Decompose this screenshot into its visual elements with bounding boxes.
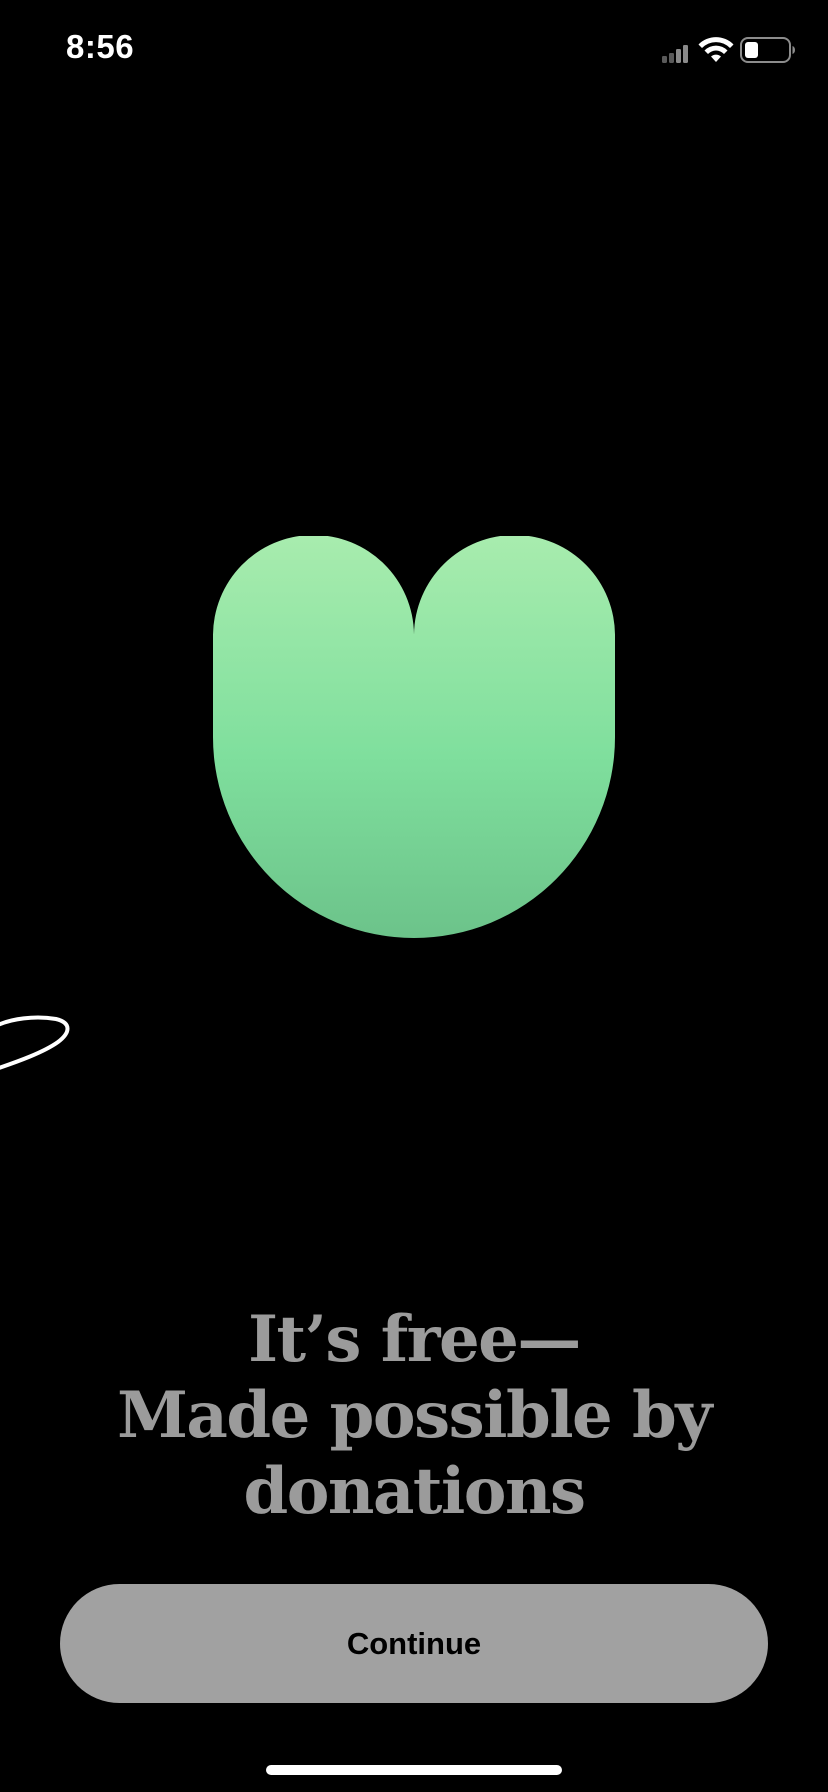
continue-button[interactable]: Continue [60, 1584, 768, 1703]
headline-line-3: donations [243, 1454, 586, 1529]
status-time: 8:56 [66, 28, 135, 65]
battery-icon [740, 37, 795, 63]
headline-line-2: Made possible by [117, 1378, 712, 1453]
heart-logo-icon [213, 536, 615, 938]
squiggle-decoration [0, 1015, 70, 1070]
status-bar: 8:56 [0, 0, 828, 100]
cellular-signal-icon [662, 45, 688, 63]
headline-line-1: It’s free— [248, 1302, 581, 1377]
headline: It’s free— Made possible by donations [64, 1302, 764, 1530]
wifi-icon [698, 37, 734, 62]
home-indicator[interactable] [266, 1765, 562, 1775]
